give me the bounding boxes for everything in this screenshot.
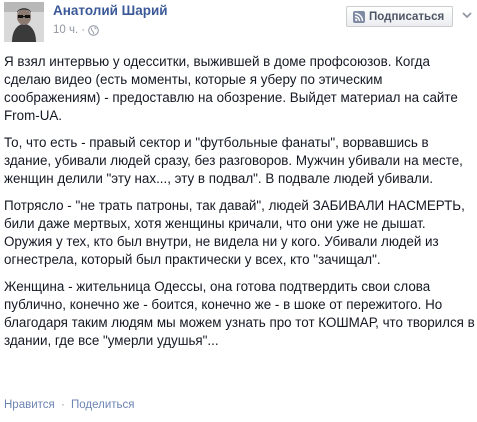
post-timestamp[interactable]: 10 ч. — [53, 24, 78, 36]
post-paragraph-3: Потрясло - "не трать патроны, так давай"… — [4, 198, 465, 267]
facebook-post: Анатолий Шарий 10 ч. · Подписаться Я взя… — [0, 0, 477, 422]
post-meta: 10 ч. · — [53, 24, 99, 36]
globe-icon — [88, 24, 99, 36]
meta-separator: · — [81, 24, 86, 36]
post-actions: Нравится · Поделиться — [4, 399, 135, 411]
actions-separator: · — [60, 399, 65, 411]
subscribe-label: Подписаться — [369, 10, 445, 23]
avatar[interactable] — [4, 2, 44, 42]
author-name[interactable]: Анатолий Шарий — [53, 3, 168, 18]
share-link[interactable]: Поделиться — [71, 399, 135, 411]
rss-icon — [353, 10, 365, 23]
chevron-down-icon[interactable] — [460, 8, 474, 22]
post-paragraph-2: То, что есть - правый сектор и "футбольн… — [4, 135, 463, 186]
avatar-photo — [4, 2, 44, 42]
post-paragraph-4: Женщина - жительница Одессы, она готова … — [4, 279, 475, 348]
post-paragraph-1: Я взял интервью у одесситки, выжившей в … — [4, 54, 458, 123]
like-link[interactable]: Нравится — [4, 399, 55, 411]
post-body: Я взял интервью у одесситки, выжившей в … — [4, 53, 476, 359]
subscribe-button[interactable]: Подписаться — [346, 6, 454, 27]
